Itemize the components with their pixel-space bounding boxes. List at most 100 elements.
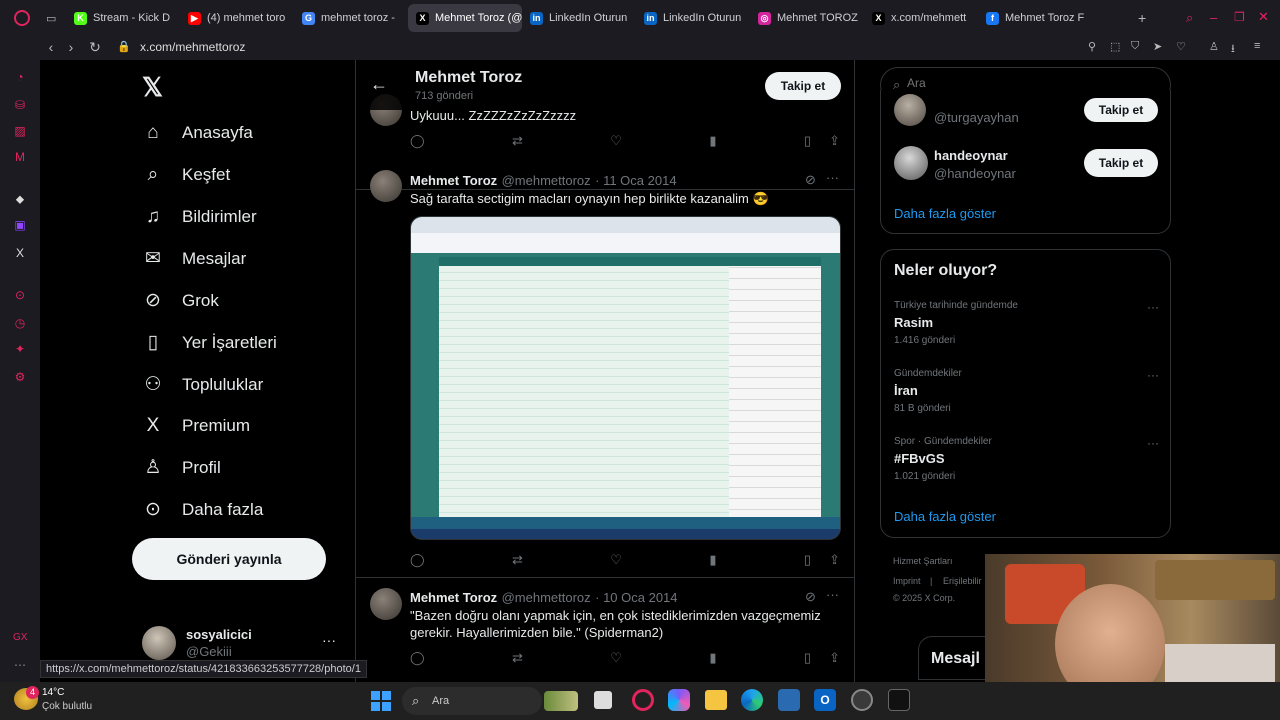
trend-item[interactable]: Türkiye tarihinde gündemde Rasim 1.416 gön… — [894, 300, 1159, 346]
browser-tab[interactable]: in LinkedIn Oturun — [636, 4, 750, 32]
tweet-1[interactable]: Mehmet Toroz @mehmettoroz · 11 Oca 2014 … — [356, 160, 854, 578]
like-icon[interactable]: ♡ — [610, 552, 622, 568]
store-icon[interactable] — [778, 689, 800, 711]
retweet-icon[interactable]: ⇄ — [512, 552, 523, 568]
account-more-icon[interactable]: ··· — [322, 632, 336, 648]
snapshot-icon[interactable]: ⬚ — [1110, 40, 1120, 53]
trend-more-icon[interactable]: ··· — [1147, 300, 1159, 314]
x-icon[interactable]: X — [13, 246, 27, 260]
tweet-more-icon[interactable]: ··· — [826, 587, 839, 602]
opera-gx-taskbar-icon[interactable] — [632, 689, 654, 711]
widgets-icon[interactable] — [544, 691, 578, 711]
tweet-more-icon[interactable]: ··· — [826, 170, 839, 185]
views-icon[interactable]: ▮ — [709, 552, 716, 568]
twitch-icon[interactable]: ▣ — [13, 218, 27, 232]
menu-icon[interactable]: ≡ — [1254, 40, 1260, 52]
opera-logo-icon[interactable] — [14, 10, 30, 26]
new-tab-icon[interactable]: + — [1138, 10, 1146, 26]
search-tabs-icon[interactable]: ⌕ — [1186, 10, 1193, 26]
tweet-date[interactable]: · 11 Oca 2014 — [595, 173, 676, 188]
show-more-link[interactable]: Daha fazla göster — [894, 206, 996, 221]
outlook-icon[interactable]: O — [814, 689, 836, 711]
send-icon[interactable]: ➤ — [1153, 40, 1162, 53]
minimize-icon[interactable]: – — [1210, 10, 1217, 25]
browser-tab[interactable]: Gmehmet toroz - — [294, 4, 408, 32]
back-arrow-icon[interactable]: ← — [370, 74, 388, 95]
avatar[interactable] — [894, 146, 928, 180]
tweet-image[interactable] — [410, 216, 841, 540]
grok-icon[interactable]: ⊘ — [805, 172, 816, 188]
sidebar-item-mail[interactable]: ✉ Mesajlar — [142, 247, 246, 270]
close-window-icon[interactable]: ✕ — [1258, 9, 1269, 25]
post-button[interactable]: Gönderi yayınla — [132, 538, 326, 580]
crypto-wallet-icon[interactable]: ⛁ — [13, 98, 27, 112]
reply-icon[interactable]: ◯ — [410, 133, 425, 149]
tweet-handle[interactable]: @mehmettoroz — [502, 173, 591, 188]
sidebar-item-search[interactable]: ⌕ Keşfet — [142, 164, 231, 186]
back-icon[interactable]: ‹ — [40, 39, 62, 55]
trend-item[interactable]: Spor · Gündemdekiler #FBvGS 1.021 gönderi ·… — [894, 436, 1159, 482]
file-explorer-icon[interactable] — [705, 690, 727, 710]
suggestion-handle[interactable]: @handeoynar — [934, 166, 1016, 181]
gx-icon[interactable]: GX — [13, 632, 27, 646]
tweet-2[interactable]: Mehmet Toroz @mehmettoroz · 10 Oca 2014 … — [356, 578, 854, 682]
browser-tab[interactable]: K Stream - Kick D — [66, 4, 180, 32]
tab-menu-icon[interactable]: ▭ — [46, 12, 56, 25]
follow-button[interactable]: Takip et — [765, 72, 841, 100]
edge-icon[interactable] — [741, 689, 763, 711]
share-icon[interactable]: ⇪ — [829, 650, 840, 666]
sidebar-item-bookmark[interactable]: ▯ Yer İşaretleri — [142, 331, 277, 354]
bookmark-icon[interactable]: ▯ — [804, 650, 811, 666]
github-icon[interactable] — [851, 689, 873, 711]
retweet-icon[interactable]: ⇄ — [512, 133, 523, 149]
url-field[interactable]: x.com/mehmettoroz — [140, 40, 245, 54]
footer-link[interactable]: Erişilebilir — [943, 576, 982, 586]
maximize-icon[interactable]: ❐ — [1234, 10, 1245, 24]
reload-icon[interactable]: ↻ — [84, 39, 106, 56]
trends-show-more-link[interactable]: Daha fazla göster — [894, 509, 996, 524]
aria-icon[interactable]: ◔ — [13, 70, 27, 84]
suggestion-name[interactable]: handeoynar — [934, 148, 1008, 163]
settings-icon[interactable]: ⚙ — [13, 370, 27, 384]
sidebar-item-home[interactable]: ⌂ Anasayfa — [142, 122, 253, 144]
share-icon[interactable]: ⇪ — [829, 133, 840, 149]
tweet-author[interactable]: Mehmet Toroz — [410, 173, 497, 188]
sidebar-item-communities[interactable]: ⚇ Topluluklar — [142, 373, 263, 396]
heart-icon[interactable]: ♡ — [1176, 40, 1186, 53]
player-icon[interactable]: ⊙ — [13, 288, 27, 302]
trend-item[interactable]: Gündemdekiler İran 81 B gönderi ··· — [894, 368, 1159, 414]
search-input[interactable] — [907, 76, 1157, 90]
browser-tab[interactable]: ▶ (4) mehmet toro — [180, 4, 294, 32]
avatar[interactable] — [370, 170, 402, 202]
tweet-handle[interactable]: @mehmettoroz — [502, 590, 591, 605]
extensions-icon[interactable]: ✦ — [13, 342, 27, 356]
sidebar-item-x-logo[interactable]: X Premium — [142, 415, 250, 437]
browser-tab[interactable]: X Mehmet Toroz (@mehme — [408, 4, 522, 32]
reply-icon[interactable]: ◯ — [410, 650, 425, 666]
download-icon[interactable]: ⭳ — [1231, 40, 1235, 59]
windows-start-icon[interactable] — [371, 691, 391, 711]
trend-more-icon[interactable]: ··· — [1147, 368, 1159, 382]
bookmark-icon[interactable]: ▯ — [804, 552, 811, 568]
browser-tab[interactable]: ◎ Mehmet TOROZ — [750, 4, 864, 32]
forward-icon[interactable]: › — [60, 39, 82, 55]
browser-tab[interactable]: in LinkedIn Oturun — [522, 4, 636, 32]
footer-link[interactable]: Hizmet Şartları — [893, 556, 953, 566]
browser-tab[interactable]: Xx.com/mehmett — [864, 4, 978, 32]
copilot-icon[interactable] — [668, 689, 690, 711]
adblock-icon[interactable]: ⛉ — [1131, 40, 1139, 53]
trend-more-icon[interactable]: ··· — [1147, 436, 1159, 450]
kick-icon[interactable]: ⬥ — [13, 192, 27, 206]
tweet-author[interactable]: Mehmet Toroz — [410, 590, 497, 605]
gmail-icon[interactable]: M — [13, 150, 27, 164]
footer-link[interactable]: Imprint — [893, 576, 921, 586]
follow-button[interactable]: Takip et — [1084, 149, 1158, 177]
profile-icon[interactable]: ♙ — [1209, 40, 1219, 53]
avatar[interactable] — [142, 626, 176, 660]
retweet-icon[interactable]: ⇄ — [512, 650, 523, 666]
pin-icon[interactable]: ⚲ — [1088, 40, 1096, 53]
like-icon[interactable]: ♡ — [610, 133, 622, 149]
views-icon[interactable]: ▮ — [709, 133, 716, 149]
views-icon[interactable]: ▮ — [709, 650, 716, 666]
workspace-icon[interactable]: ▨ — [13, 124, 27, 138]
